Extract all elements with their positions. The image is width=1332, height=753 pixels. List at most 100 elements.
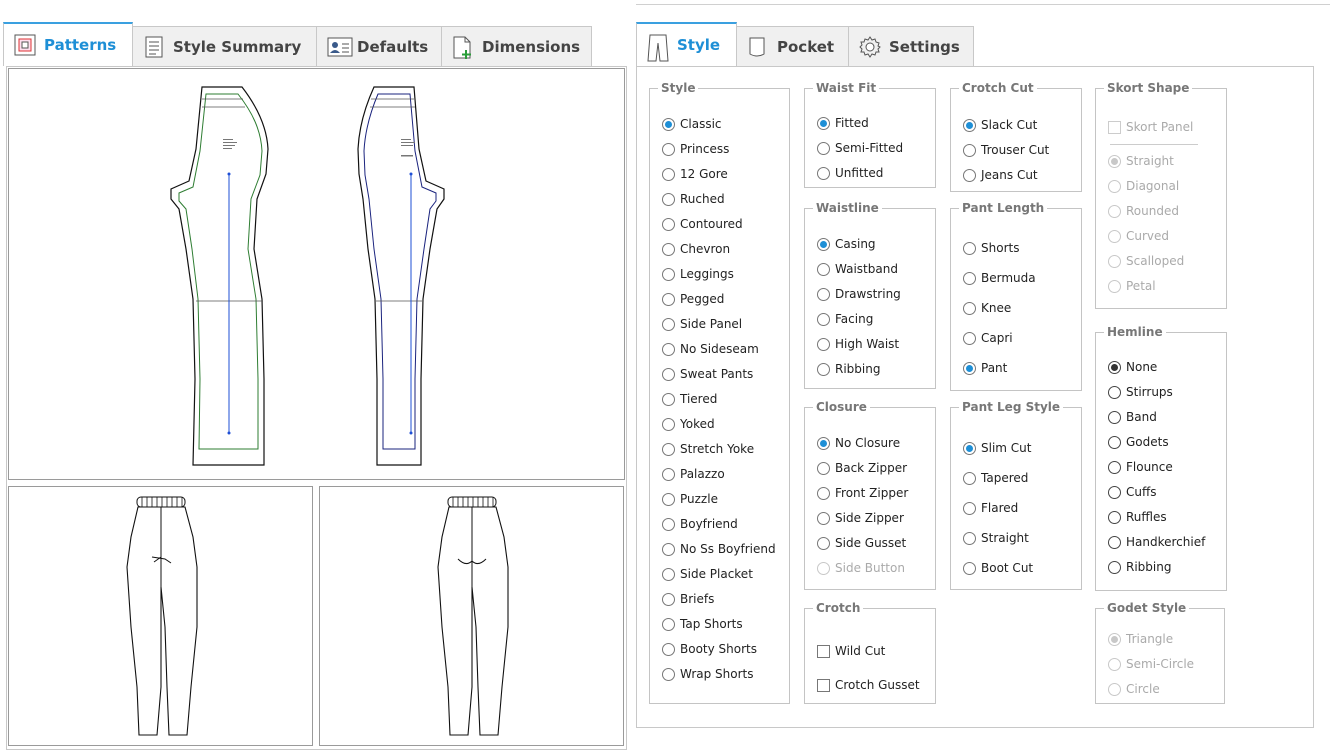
skort-panel-checkbox[interactable]: Skort Panel bbox=[1108, 119, 1193, 135]
hemline-option-cuffs[interactable]: Cuffs bbox=[1108, 484, 1157, 500]
closure-radio-front-zipper[interactable] bbox=[817, 486, 830, 500]
closure-option-front-zipper[interactable]: Front Zipper bbox=[817, 485, 908, 501]
skort-shape-option-petal[interactable]: Petal bbox=[1108, 278, 1156, 294]
tab-settings[interactable]: Settings bbox=[848, 26, 974, 66]
crotch-gusset-checkbox-box[interactable] bbox=[817, 678, 830, 692]
hemline-radio-handkerchief[interactable] bbox=[1108, 535, 1121, 549]
closure-option-side-zipper[interactable]: Side Zipper bbox=[817, 510, 904, 526]
style-radio-leggings[interactable] bbox=[662, 267, 675, 281]
crotch-cut-radio-jeans-cut[interactable] bbox=[963, 168, 976, 182]
crotch-cut-option-jeans-cut[interactable]: Jeans Cut bbox=[963, 167, 1038, 183]
style-option-leggings[interactable]: Leggings bbox=[662, 266, 734, 282]
hemline-option-stirrups[interactable]: Stirrups bbox=[1108, 384, 1173, 400]
hemline-option-flounce[interactable]: Flounce bbox=[1108, 459, 1173, 475]
godet-style-radio-triangle[interactable] bbox=[1108, 632, 1121, 646]
style-radio-no-ss-boyfriend[interactable] bbox=[662, 542, 675, 556]
closure-radio-side-gusset[interactable] bbox=[817, 536, 830, 550]
style-radio-boyfriend[interactable] bbox=[662, 517, 675, 531]
closure-radio-back-zipper[interactable] bbox=[817, 461, 830, 475]
pant-leg-style-radio-slim-cut[interactable] bbox=[963, 441, 976, 455]
pant-leg-style-radio-flared[interactable] bbox=[963, 501, 976, 515]
style-radio-classic[interactable] bbox=[662, 117, 675, 131]
pant-length-option-knee[interactable]: Knee bbox=[963, 300, 1011, 316]
hemline-option-godets[interactable]: Godets bbox=[1108, 434, 1169, 450]
style-radio-palazzo[interactable] bbox=[662, 467, 675, 481]
waist-fit-radio-unfitted[interactable] bbox=[817, 166, 830, 180]
crotch-cut-option-slack-cut[interactable]: Slack Cut bbox=[963, 117, 1037, 133]
style-option-booty-shorts[interactable]: Booty Shorts bbox=[662, 641, 757, 657]
pant-leg-style-option-slim-cut[interactable]: Slim Cut bbox=[963, 440, 1031, 456]
pant-length-radio-bermuda[interactable] bbox=[963, 271, 976, 285]
style-radio-ruched[interactable] bbox=[662, 192, 675, 206]
waistline-option-casing[interactable]: Casing bbox=[817, 236, 876, 252]
skort-panel-checkbox-box[interactable] bbox=[1108, 120, 1121, 134]
hemline-option-ribbing[interactable]: Ribbing bbox=[1108, 559, 1171, 575]
closure-option-side-gusset[interactable]: Side Gusset bbox=[817, 535, 906, 551]
waistline-radio-drawstring[interactable] bbox=[817, 287, 830, 301]
skort-shape-option-curved[interactable]: Curved bbox=[1108, 228, 1169, 244]
style-option-pegged[interactable]: Pegged bbox=[662, 291, 724, 307]
crotch-cut-option-trouser-cut[interactable]: Trouser Cut bbox=[963, 142, 1049, 158]
skort-shape-radio-rounded[interactable] bbox=[1108, 204, 1121, 218]
hemline-radio-cuffs[interactable] bbox=[1108, 485, 1121, 499]
style-option-briefs[interactable]: Briefs bbox=[662, 591, 714, 607]
pant-length-radio-pant[interactable] bbox=[963, 361, 976, 375]
godet-style-radio-circle[interactable] bbox=[1108, 682, 1121, 696]
style-radio-no-sideseam[interactable] bbox=[662, 342, 675, 356]
style-option-side-panel[interactable]: Side Panel bbox=[662, 316, 742, 332]
waist-fit-option-semi-fitted[interactable]: Semi-Fitted bbox=[817, 140, 903, 156]
waistline-radio-casing[interactable] bbox=[817, 237, 830, 251]
tab-patterns[interactable]: Patterns bbox=[3, 22, 133, 66]
skort-shape-radio-petal[interactable] bbox=[1108, 279, 1121, 293]
style-radio-sweat-pants[interactable] bbox=[662, 367, 675, 381]
skort-shape-option-scalloped[interactable]: Scalloped bbox=[1108, 253, 1184, 269]
godet-style-option-semi-circle[interactable]: Semi-Circle bbox=[1108, 656, 1194, 672]
style-radio-tap-shorts[interactable] bbox=[662, 617, 675, 631]
pant-length-option-pant[interactable]: Pant bbox=[963, 360, 1007, 376]
pant-length-option-bermuda[interactable]: Bermuda bbox=[963, 270, 1036, 286]
style-option-classic[interactable]: Classic bbox=[662, 116, 722, 132]
pant-leg-style-option-tapered[interactable]: Tapered bbox=[963, 470, 1028, 486]
skort-shape-radio-straight[interactable] bbox=[1108, 154, 1121, 168]
hemline-radio-stirrups[interactable] bbox=[1108, 385, 1121, 399]
hemline-radio-ruffles[interactable] bbox=[1108, 510, 1121, 524]
wild-cut-checkbox[interactable]: Wild Cut bbox=[817, 643, 885, 659]
skort-shape-option-diagonal[interactable]: Diagonal bbox=[1108, 178, 1179, 194]
style-option-sweat-pants[interactable]: Sweat Pants bbox=[662, 366, 753, 382]
pant-length-radio-knee[interactable] bbox=[963, 301, 976, 315]
pant-leg-style-option-flared[interactable]: Flared bbox=[963, 500, 1018, 516]
style-option-12-gore[interactable]: 12 Gore bbox=[662, 166, 728, 182]
hemline-option-handkerchief[interactable]: Handkerchief bbox=[1108, 534, 1205, 550]
style-radio-wrap-shorts[interactable] bbox=[662, 667, 675, 681]
closure-radio-side-zipper[interactable] bbox=[817, 511, 830, 525]
pant-leg-style-radio-tapered[interactable] bbox=[963, 471, 976, 485]
crotch-cut-radio-trouser-cut[interactable] bbox=[963, 143, 976, 157]
pant-leg-style-option-straight[interactable]: Straight bbox=[963, 530, 1029, 546]
skort-shape-radio-scalloped[interactable] bbox=[1108, 254, 1121, 268]
tab-style[interactable]: Style bbox=[636, 22, 737, 66]
style-option-tap-shorts[interactable]: Tap Shorts bbox=[662, 616, 743, 632]
style-option-side-placket[interactable]: Side Placket bbox=[662, 566, 753, 582]
waist-fit-option-unfitted[interactable]: Unfitted bbox=[817, 165, 883, 181]
hemline-option-band[interactable]: Band bbox=[1108, 409, 1157, 425]
waistline-radio-ribbing[interactable] bbox=[817, 362, 830, 376]
crotch-gusset-checkbox[interactable]: Crotch Gusset bbox=[817, 677, 920, 693]
pant-length-option-shorts[interactable]: Shorts bbox=[963, 240, 1019, 256]
style-radio-contoured[interactable] bbox=[662, 217, 675, 231]
style-option-chevron[interactable]: Chevron bbox=[662, 241, 730, 257]
closure-option-no-closure[interactable]: No Closure bbox=[817, 435, 900, 451]
style-option-ruched[interactable]: Ruched bbox=[662, 191, 725, 207]
style-option-tiered[interactable]: Tiered bbox=[662, 391, 717, 407]
style-radio-puzzle[interactable] bbox=[662, 492, 675, 506]
hemline-radio-flounce[interactable] bbox=[1108, 460, 1121, 474]
hemline-radio-band[interactable] bbox=[1108, 410, 1121, 424]
crotch-cut-radio-slack-cut[interactable] bbox=[963, 118, 976, 132]
style-option-boyfriend[interactable]: Boyfriend bbox=[662, 516, 738, 532]
style-radio-yoked[interactable] bbox=[662, 417, 675, 431]
style-option-puzzle[interactable]: Puzzle bbox=[662, 491, 718, 507]
waistline-option-high-waist[interactable]: High Waist bbox=[817, 336, 899, 352]
style-radio-side-panel[interactable] bbox=[662, 317, 675, 331]
style-radio-chevron[interactable] bbox=[662, 242, 675, 256]
waist-fit-option-fitted[interactable]: Fitted bbox=[817, 115, 869, 131]
style-option-stretch-yoke[interactable]: Stretch Yoke bbox=[662, 441, 754, 457]
